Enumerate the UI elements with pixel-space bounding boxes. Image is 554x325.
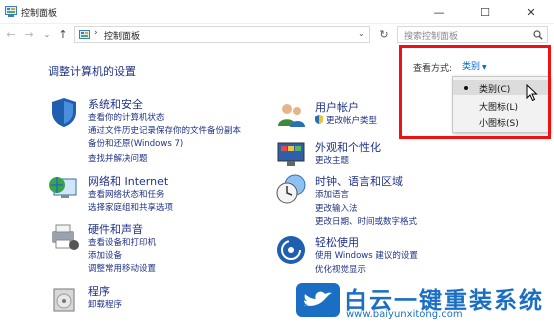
control-panel-icon: [79, 30, 90, 39]
breadcrumb[interactable]: 控制面板: [104, 29, 140, 42]
category-title[interactable]: 外观和个性化: [315, 139, 381, 155]
link-input-method[interactable]: 更改输入法: [315, 202, 358, 214]
category-title[interactable]: 硬件和声音: [88, 221, 143, 237]
up-arrow-icon[interactable]: ↑: [56, 28, 70, 42]
refresh-icon[interactable]: ↻: [376, 26, 392, 43]
link-homegroup[interactable]: 选择家庭组和共享选项: [88, 201, 173, 213]
forward-arrow-icon[interactable]: →: [22, 28, 36, 42]
category-title[interactable]: 系统和安全: [88, 96, 143, 112]
search-placeholder: 搜索控制面板: [404, 32, 459, 42]
uac-shield-icon: [315, 115, 323, 124]
back-arrow-icon[interactable]: ←: [4, 28, 18, 42]
category-title[interactable]: 时钟、语言和区域: [315, 173, 403, 189]
link-visual-display[interactable]: 优化视觉显示: [315, 263, 366, 275]
link-view-status[interactable]: 查看你的计算机状态: [88, 111, 165, 123]
link-account-type[interactable]: 更改帐户类型: [326, 114, 377, 126]
search-icon[interactable]: [533, 30, 543, 40]
link-date-time-format[interactable]: 更改日期、时间或数字格式: [315, 215, 417, 227]
link-add-language[interactable]: 添加语言: [315, 188, 349, 200]
page-title: 调整计算机的设置: [48, 65, 136, 78]
watermark-url: www.baiyunxitong.com: [346, 309, 463, 320]
printer-speaker-icon: [52, 224, 79, 250]
monitor-palette-icon: [277, 142, 305, 166]
clock-globe-icon: [276, 174, 306, 204]
link-devices-printers[interactable]: 查看设备和打印机: [88, 236, 156, 248]
title-bar: 控制面板 — ☐ ✕: [0, 0, 554, 24]
address-dropdown-icon[interactable]: ⌄: [358, 29, 365, 38]
maximize-button[interactable]: ☐: [462, 0, 508, 24]
programs-icon: [53, 288, 75, 312]
network-globe-icon: [49, 177, 77, 198]
address-field[interactable]: › 控制面板: [74, 26, 370, 43]
control-panel-icon: [5, 6, 17, 17]
recent-locations-icon[interactable]: ⌄: [40, 28, 54, 42]
breadcrumb-separator-icon: ›: [94, 28, 98, 38]
link-troubleshoot[interactable]: 查找并解决问题: [88, 152, 148, 164]
link-uninstall[interactable]: 卸载程序: [88, 298, 122, 310]
close-button[interactable]: ✕: [508, 0, 554, 24]
shield-icon: [52, 98, 76, 127]
category-title[interactable]: 轻松使用: [315, 234, 359, 250]
category-title[interactable]: 用户帐户: [315, 99, 359, 115]
accessibility-icon: [277, 236, 305, 264]
link-add-device[interactable]: 添加设备: [88, 249, 122, 261]
mouse-cursor-icon: [526, 84, 538, 102]
category-title[interactable]: 程序: [88, 283, 110, 299]
link-change-theme[interactable]: 更改主题: [315, 154, 349, 166]
category-title[interactable]: 网络和 Internet: [88, 173, 168, 189]
search-input[interactable]: 搜索控制面板: [397, 26, 548, 43]
minimize-button[interactable]: —: [416, 0, 462, 24]
users-icon: [278, 104, 305, 127]
link-file-history[interactable]: 通过文件历史记录保存你的文件备份副本: [88, 124, 241, 136]
link-backup-restore[interactable]: 备份和还原(Windows 7): [88, 137, 183, 149]
watermark: 白云一键重装系统 www.baiyunxitong.com: [296, 279, 554, 325]
window-title: 控制面板: [21, 9, 58, 19]
link-windows-suggest[interactable]: 使用 Windows 建议的设置: [315, 249, 418, 261]
link-network-status[interactable]: 查看网络状态和任务: [88, 188, 165, 200]
bird-logo-icon: [296, 283, 340, 317]
link-mobility[interactable]: 调整常用移动设置: [88, 262, 156, 274]
